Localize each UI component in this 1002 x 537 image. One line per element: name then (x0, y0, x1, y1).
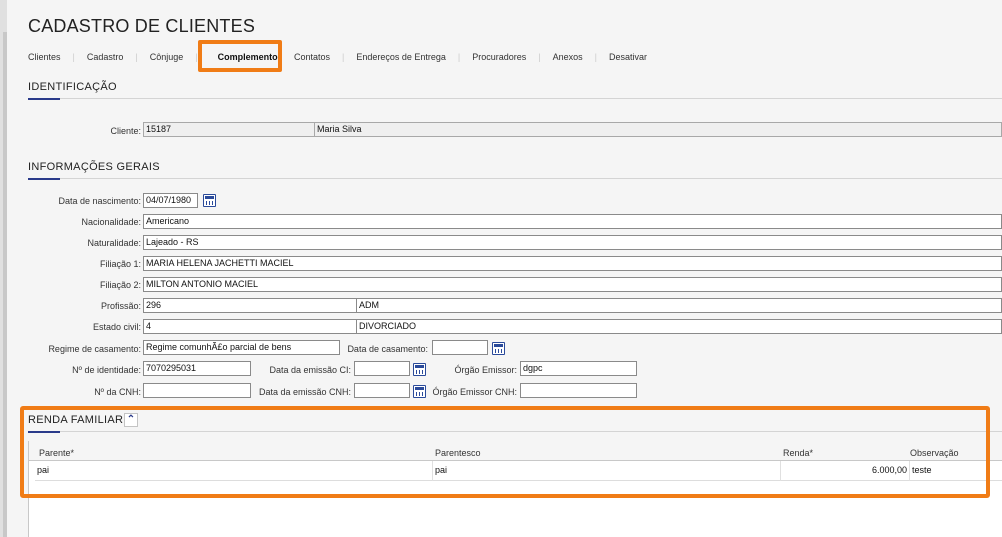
data-nascimento-field[interactable]: 04/07/1980 (143, 193, 198, 208)
tab-clientes[interactable]: Clientes (28, 52, 61, 62)
left-edge-bar (0, 0, 7, 537)
column-header-renda[interactable]: Renda* (783, 448, 813, 458)
cnh-label: Nº da CNH: (94, 387, 141, 397)
emissao-cnh-label: Data da emissão CNH: (258, 387, 351, 397)
estado-civil-label: Estado civil: (92, 322, 141, 332)
emissao-ci-field[interactable] (354, 361, 410, 376)
profissao-nome-field[interactable]: ADM (356, 298, 1002, 313)
tab-separator: | (342, 52, 345, 62)
tab-separator: | (135, 52, 138, 62)
data-casamento-label: Data de casamento: (347, 344, 428, 354)
tab-separator: | (195, 52, 198, 62)
emissao-cnh-field[interactable] (354, 383, 410, 398)
table-row[interactable]: pai pai 6.000,00 teste (35, 461, 1002, 481)
calendar-icon[interactable] (203, 194, 216, 207)
profissao-codigo-field[interactable]: 296 (143, 298, 357, 313)
cliente-nome-field[interactable]: Maria Silva (314, 122, 1002, 137)
tab-conjuge[interactable]: Cônjuge (150, 52, 184, 62)
column-header-observacao[interactable]: Observação (910, 448, 959, 458)
cell-renda[interactable]: 6.000,00 (781, 461, 910, 481)
tab-desativar[interactable]: Desativar (609, 52, 647, 62)
calendar-icon[interactable] (413, 385, 426, 398)
tab-enderecos-entrega[interactable]: Endereços de Entrega (356, 52, 446, 62)
tab-separator: | (457, 52, 461, 62)
orgao-cnh-label: Órgão Emissor CNH: (432, 387, 517, 397)
identidade-field[interactable]: 7070295031 (143, 361, 251, 376)
section-accent (28, 178, 60, 180)
filiacao2-field[interactable]: MILTON ANTONIO MACIEL (143, 277, 1002, 292)
table-header: Parente* Parentesco Renda* Observação (29, 441, 1002, 461)
cliente-codigo-field[interactable]: 15187 (143, 122, 315, 137)
section-divider (28, 431, 1002, 432)
cliente-label: Cliente: (110, 126, 141, 136)
section-title-informacoes-gerais: INFORMAÇÕES GERAIS (28, 161, 160, 173)
cnh-field[interactable] (143, 383, 251, 398)
section-divider (28, 178, 1002, 179)
estado-civil-codigo-field[interactable]: 4 (143, 319, 357, 334)
section-accent (28, 431, 60, 433)
cell-parentesco[interactable]: pai (433, 461, 781, 481)
regime-casamento-label: Regime de casamento: (48, 344, 141, 354)
section-divider (28, 98, 1002, 99)
tab-complemento[interactable]: Complemento (218, 52, 278, 62)
orgao-emissor-label: Órgão Emissor: (454, 365, 517, 375)
left-edge-scroll (3, 32, 7, 537)
identidade-label: Nº de identidade: (72, 365, 141, 375)
tab-cadastro[interactable]: Cadastro (87, 52, 124, 62)
naturalidade-field[interactable]: Lajeado - RS (143, 235, 1002, 250)
page-title: CADASTRO DE CLIENTES (28, 16, 256, 36)
tab-contatos[interactable]: Contatos (294, 52, 330, 62)
filiacao1-label: Filiação 1: (99, 259, 141, 269)
tab-bar: Clientes | Cadastro | Cônjuge | Compleme… (28, 50, 647, 64)
tab-procuradores[interactable]: Procuradores (472, 52, 526, 62)
naturalidade-label: Naturalidade: (87, 238, 141, 248)
orgao-emissor-field[interactable]: dgpc (520, 361, 637, 376)
column-header-parentesco[interactable]: Parentesco (435, 448, 481, 458)
data-nascimento-label: Data de nascimento: (58, 196, 141, 206)
calendar-icon[interactable] (413, 363, 426, 376)
tab-separator: | (538, 52, 541, 62)
estado-civil-nome-field[interactable]: DIVORCIADO (356, 319, 1002, 334)
cell-observacao[interactable]: teste (910, 461, 1002, 481)
tab-anexos[interactable]: Anexos (553, 52, 583, 62)
nacionalidade-label: Nacionalidade: (81, 217, 141, 227)
calendar-icon[interactable] (492, 342, 505, 355)
section-title-identificacao: IDENTIFICAÇÃO (28, 81, 117, 93)
tab-separator: | (594, 52, 597, 62)
emissao-ci-label: Data da emissão CI: (269, 365, 351, 375)
regime-casamento-field[interactable]: Regime comunhÃ£o parcial de bens (143, 340, 340, 355)
data-casamento-field[interactable] (432, 340, 488, 355)
filiacao1-field[interactable]: MARIA HELENA JACHETTI MACIEL (143, 256, 1002, 271)
cell-parente[interactable]: pai (35, 461, 433, 481)
column-header-parente[interactable]: Parente* (39, 448, 74, 458)
nacionalidade-field[interactable]: Americano (143, 214, 1002, 229)
tab-separator: | (72, 52, 75, 62)
section-accent (28, 98, 60, 100)
double-chevron-up-icon[interactable]: ⌃ (124, 413, 138, 427)
renda-familiar-table: Parente* Parentesco Renda* Observação pa… (28, 441, 1002, 537)
filiacao2-label: Filiação 2: (99, 280, 141, 290)
profissao-label: Profissão: (100, 301, 141, 311)
section-title-renda-familiar: RENDA FAMILIAR (28, 414, 124, 426)
orgao-cnh-field[interactable] (520, 383, 637, 398)
